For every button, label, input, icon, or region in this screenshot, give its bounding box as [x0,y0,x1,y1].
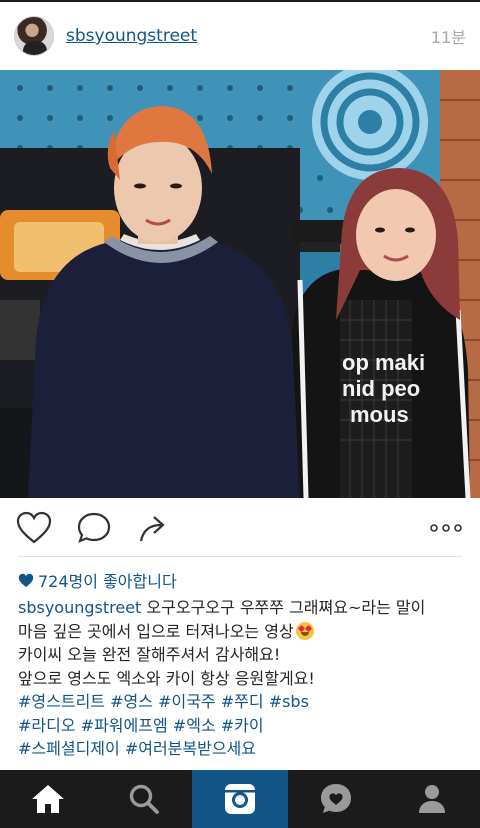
post-header: sbsyoungstreet 11분 [0,2,480,70]
caption-username[interactable]: sbsyoungstreet [18,598,141,617]
likes-count[interactable]: 724명이 좋아합니다 [18,568,177,592]
more-dots-icon [430,524,462,532]
likes-text: 724명이 좋아합니다 [38,572,177,591]
caption-line-1: sbsyoungstreet 오구오구오구 우쭈쭈 그래쪄요~라는 말이 [18,596,468,620]
heart-eyes-emoji-icon [295,621,314,640]
hashtag-link[interactable]: #카이 [221,716,264,735]
shirt-text-line-3: mous [350,402,409,427]
hashtag-link[interactable]: #엑소 [173,716,216,735]
hashtag-row-1: #영스트리트 #영스 #이국주 #쭈디 #sbs [18,690,468,714]
share-button[interactable] [132,508,172,548]
hashtag-row-3: #스페셜디제이 #여러분복받으세요 [18,737,468,761]
bottom-tab-bar [0,770,480,828]
hashtag-link[interactable]: #쭈디 [221,692,264,711]
comment-button[interactable] [74,508,114,548]
post-username[interactable]: sbsyoungstreet [66,26,197,46]
activity-heart-icon [321,784,351,813]
post-caption: sbsyoungstreet 오구오구오구 우쭈쭈 그래쪄요~라는 말이 마음 … [18,596,468,761]
shirt-text-line-1: op maki [342,350,425,375]
hashtag-link[interactable]: #파워에프엠 [81,716,168,735]
profile-icon [419,785,445,813]
caption-line-2: 마음 깊은 곳에서 입으로 터져나오는 영상 [18,620,468,644]
tab-profile[interactable] [384,770,480,828]
share-arrow-icon [139,516,165,542]
hashtag-link[interactable]: #영스 [110,692,153,711]
hashtag-link[interactable]: #스페셜디제이 [18,739,120,758]
more-options-button[interactable] [426,508,466,548]
post-actions [0,498,480,556]
like-button[interactable] [14,508,54,548]
avatar[interactable] [14,16,54,56]
actions-divider [18,556,462,557]
hashtag-link[interactable]: #여러분복받으세요 [125,739,256,758]
heart-outline-icon [16,511,52,544]
tab-camera[interactable] [192,770,288,828]
shirt-text-line-2: nid peo [342,376,420,401]
hashtag-row-2: #라디오 #파워에프엠 #엑소 #카이 [18,714,468,738]
tab-search[interactable] [96,770,192,828]
hashtag-link[interactable]: #영스트리트 [18,692,105,711]
home-icon [32,785,64,813]
caption-text-2: 마음 깊은 곳에서 입으로 터져나오는 영상 [18,621,294,641]
hashtag-link[interactable]: #이국주 [158,692,216,711]
hashtag-link[interactable]: #sbs [269,692,309,711]
caption-text-1: 오구오구오구 우쭈쭈 그래쪄요~라는 말이 [141,598,426,617]
post-timestamp: 11분 [430,28,466,47]
camera-icon [225,784,255,814]
speech-bubble-icon [77,512,111,543]
caption-line-4: 앞으로 영스도 엑소와 카이 항상 응원할게요! [18,668,315,688]
caption-line-3: 카이씨 오늘 완전 잘해주셔서 감사해요! [18,645,281,664]
tab-home[interactable] [0,770,96,828]
search-icon [129,784,159,814]
hashtag-link[interactable]: #라디오 [18,716,76,735]
post-media[interactable]: op maki nid peo mous [0,70,480,498]
tab-activity[interactable] [288,770,384,828]
heart-filled-icon [18,573,34,587]
